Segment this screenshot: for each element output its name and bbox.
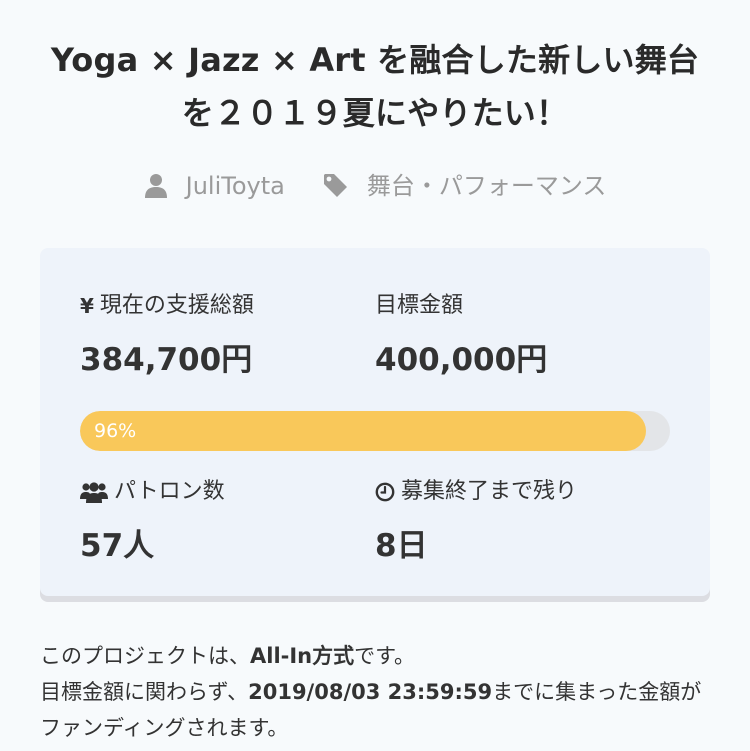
stat-goal-amount: 目標金額 400,000円 [375,290,655,380]
author-name: JuliToyta [185,172,285,200]
funding-progress-fill: 96% [80,411,647,451]
stat-current-amount: ¥ 現在の支援総額 384,700円 [80,290,360,380]
category-name: 舞台・パフォーマンス [366,172,607,200]
stat-remaining: 募集終了まで残り 8日 [375,476,655,566]
funding-progress-text: 96% [94,420,137,442]
funding-stats-card: ¥ 現在の支援総額 384,700円 目標金額 400,000円 96% パトロ… [40,248,710,596]
project-title: Yoga × Jazz × Art を融合した新しい舞台 を２０１９夏にやりたい… [20,34,730,140]
funding-method-name: All-In方式 [250,644,355,668]
deadline-datetime: 2019/08/03 23:59:59 [248,680,493,704]
user-icon [144,174,167,198]
remaining-label: 募集終了まで残り [401,479,578,504]
project-title-line-1: Yoga × Jazz × Art を融合した新しい舞台 [50,41,700,79]
goal-amount-label: 目標金額 [375,293,464,318]
remaining-value: 8日 [375,528,428,564]
yen-icon: ¥ [80,294,94,318]
current-amount-value: 384,700円 [80,342,253,378]
project-meta: JuliToyta 舞台・パフォーマンス [0,168,750,204]
current-amount-label: 現在の支援総額 [99,293,254,318]
tag-icon [323,174,347,197]
project-title-line-2: を２０１９夏にやりたい！ [181,94,569,132]
funding-method-notice: このプロジェクトは、All-In方式です。 目標金額に関わらず、2019/08/… [40,644,702,740]
users-icon [80,482,108,503]
category-link[interactable]: 舞台・パフォーマンス [323,168,607,204]
stat-patrons: パトロン数 57人 [80,476,360,566]
patrons-label: パトロン数 [114,479,225,504]
patrons-value: 57人 [80,528,155,564]
funding-progress-bar: 96% [80,411,670,451]
goal-amount-value: 400,000円 [375,342,548,378]
clock-icon [375,482,395,502]
author-link[interactable]: JuliToyta [144,168,285,204]
project-page: Yoga × Jazz × Art を融合した新しい舞台 を２０１９夏にやりたい… [0,0,750,751]
